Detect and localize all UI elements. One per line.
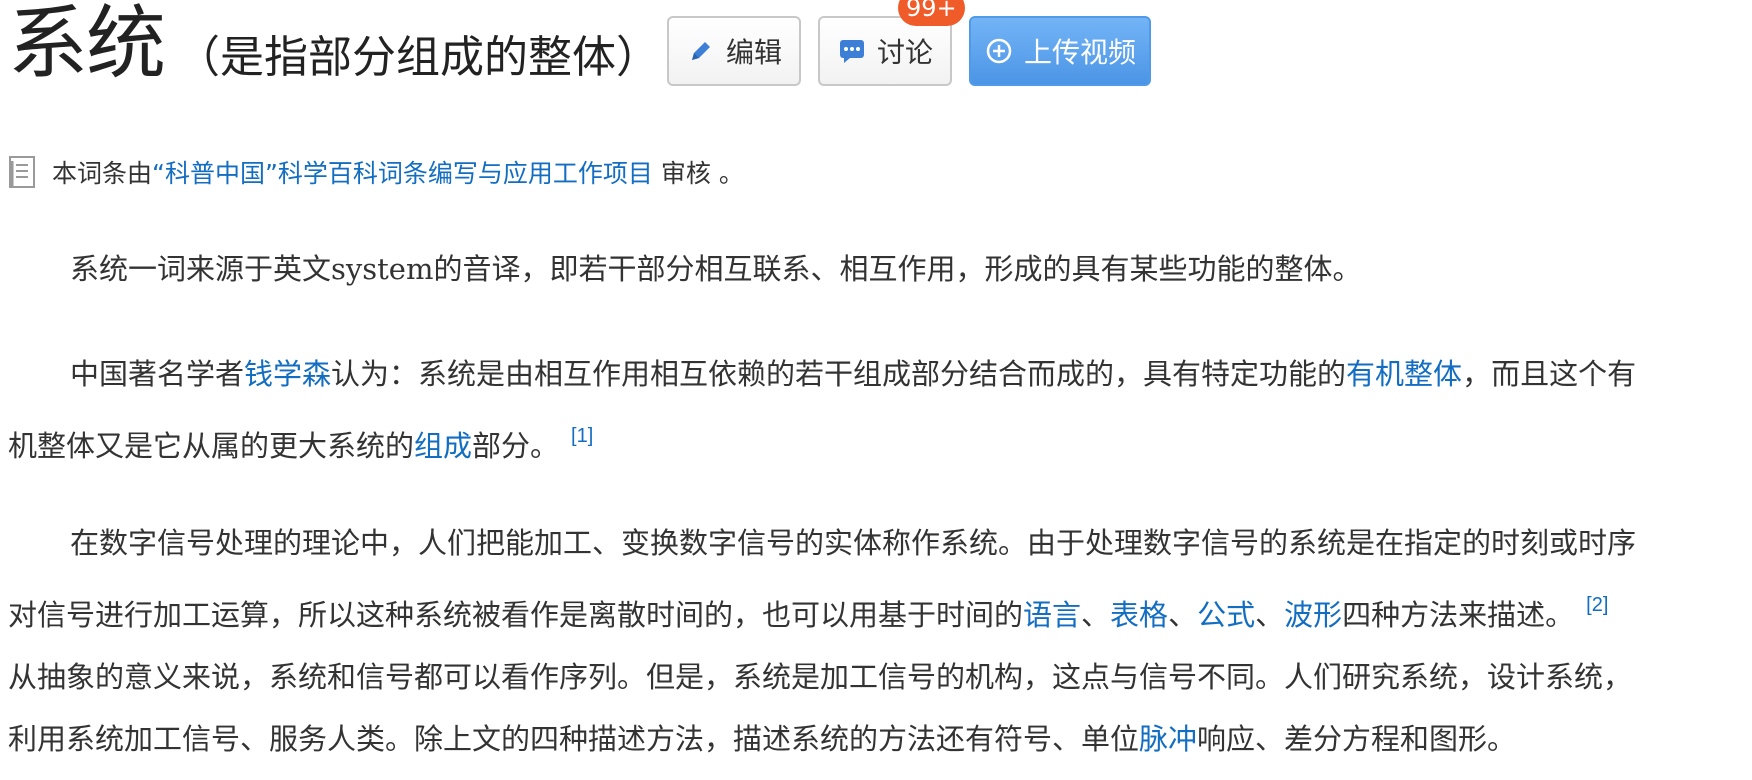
discuss-button[interactable]: 讨论 — [818, 16, 952, 86]
review-prefix: 本词条由 — [52, 159, 153, 188]
paragraph-text: 响应、差分方程和图形。 — [1197, 722, 1517, 756]
paragraph-line: 利用系统加工信号、服务人类。除上文的四种描述方法，描述系统的方法还有符号、单位脉… — [8, 708, 1724, 770]
paragraph-text: 机整体又是它从属的更大系统的 — [8, 429, 415, 463]
paragraph-text: 四种方法来描述。 — [1342, 598, 1575, 632]
paragraph-line: 系统一词来源于英文system的音译，即若干部分相互联系、相互作用，形成的具有某… — [8, 238, 1724, 300]
separator-text: 、 — [1081, 598, 1111, 632]
document-icon — [8, 155, 38, 189]
link-language[interactable]: 语言 — [1023, 598, 1081, 632]
link-impulse[interactable]: 脉冲 — [1139, 722, 1197, 756]
paragraph-line: 从抽象的意义来说，系统和信号都可以看作序列。但是，系统是加工信号的机构，这点与信… — [8, 646, 1724, 708]
paragraph-2: 中国著名学者钱学森认为：系统是由相互作用相互依赖的若干组成部分结合而成的，具有特… — [8, 343, 1724, 477]
paragraph-text: 对信号进行加工运算，所以这种系统被看作是离散时间的，也可以用基于时间的 — [8, 598, 1024, 632]
link-qian-xuesen[interactable]: 钱学森 — [244, 357, 331, 391]
link-waveform[interactable]: 波形 — [1284, 598, 1342, 632]
paragraph-text: 中国著名学者 — [70, 357, 245, 391]
edit-button-label: 编辑 — [725, 36, 782, 69]
review-project-link[interactable]: “科普中国”科学百科词条编写与应用工作项目 — [152, 154, 653, 190]
paragraph-line: 在数字信号处理的理论中，人们把能加工、变换数字信号的实体称作系统。由于处理数字信… — [8, 512, 1724, 574]
paragraph-text: ，而且这个有 — [1462, 357, 1637, 391]
paragraph-line: 中国著名学者钱学森认为：系统是由相互作用相互依赖的若干组成部分结合而成的，具有特… — [8, 343, 1724, 405]
page-title: 系统 — [8, 0, 166, 90]
comment-icon — [837, 36, 867, 66]
pencil-icon — [686, 36, 716, 66]
review-suffix: 审核 。 — [660, 159, 744, 188]
paragraph-text: 利用系统加工信号、服务人类。除上文的四种描述方法，描述系统的方法还有符号、单位 — [8, 722, 1140, 756]
separator-text: 、 — [1255, 598, 1285, 632]
link-organic-whole[interactable]: 有机整体 — [1346, 357, 1462, 391]
paragraph-line: 对信号进行加工运算，所以这种系统被看作是离散时间的，也可以用基于时间的语言、表格… — [8, 574, 1724, 646]
upload-video-button-label: 上传视频 — [1023, 36, 1136, 69]
link-composition[interactable]: 组成 — [414, 429, 472, 463]
plus-circle-icon — [984, 36, 1014, 66]
reference-1-link[interactable]: [1] — [571, 425, 593, 447]
link-table[interactable]: 表格 — [1110, 598, 1168, 632]
separator-text: 、 — [1168, 598, 1198, 632]
paragraph-line: 机整体又是它从属的更大系统的组成部分。 [1] — [8, 405, 1724, 477]
edit-button[interactable]: 编辑 — [667, 16, 801, 86]
reference-2-link[interactable]: [2] — [1586, 594, 1608, 616]
paragraph-text: 部分。 — [472, 429, 560, 463]
discuss-count-badge: 99+ — [898, 0, 965, 26]
discuss-button-label: 讨论 — [876, 36, 933, 69]
paragraph-3: 在数字信号处理的理论中，人们把能加工、变换数字信号的实体称作系统。由于处理数字信… — [8, 512, 1724, 770]
paragraph-text: 认为：系统是由相互作用相互依赖的若干组成部分结合而成的，具有特定功能的 — [331, 357, 1347, 391]
review-notice: 本词条由 “科普中国”科学百科词条编写与应用工作项目 审核 。 — [8, 152, 744, 192]
link-formula[interactable]: 公式 — [1197, 598, 1255, 632]
paragraph-text: 系统一词来源于英文system的音译，即若干部分相互联系、相互作用，形成的具有某… — [70, 252, 1362, 286]
paragraph-text: 在数字信号处理的理论中，人们把能加工、变换数字信号的实体称作系统。由于处理数字信… — [70, 526, 1637, 560]
upload-video-button[interactable]: 上传视频 — [969, 16, 1151, 86]
page-subtitle: （是指部分组成的整体） — [176, 32, 660, 83]
paragraph-1: 系统一词来源于英文system的音译，即若干部分相互联系、相互作用，形成的具有某… — [8, 238, 1724, 300]
paragraph-text: 从抽象的意义来说，系统和信号都可以看作序列。但是，系统是加工信号的机构，这点与信… — [8, 660, 1633, 694]
